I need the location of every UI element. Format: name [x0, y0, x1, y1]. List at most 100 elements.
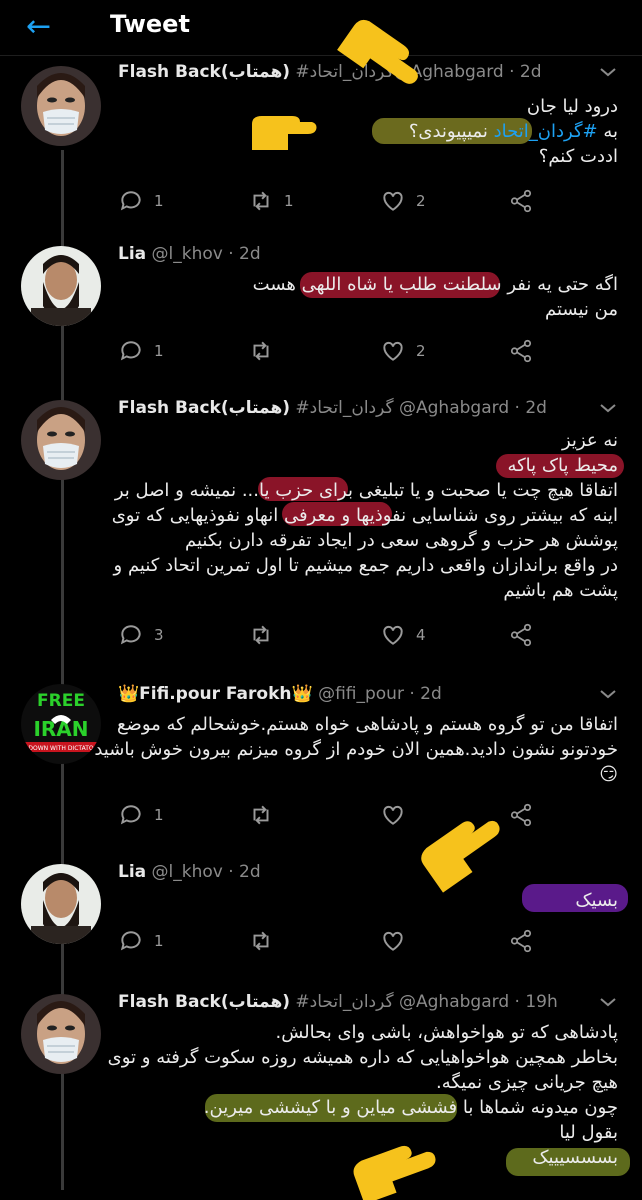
heart-icon — [383, 931, 403, 951]
reply-icon — [120, 341, 141, 361]
like-button[interactable] — [380, 800, 416, 830]
text-line: پشت هم باشیم — [503, 580, 618, 601]
tweet-actions: 3 4 — [118, 620, 538, 650]
text-line: چون میدونه شماها با فششی میاین و با کیشش… — [203, 1097, 618, 1118]
chevron-down-icon[interactable] — [598, 686, 618, 702]
retweet-button[interactable] — [248, 620, 284, 650]
retweet-icon — [253, 931, 269, 951]
text-line: بسسسیییک — [532, 1147, 618, 1168]
reply-count: 1 — [154, 806, 164, 824]
author-handle: #گردان_اتحاد@Aghabgard · 2d — [295, 62, 542, 82]
reply-button[interactable]: 1 — [118, 186, 164, 216]
retweet-button[interactable] — [248, 336, 284, 366]
bearded-man-avatar-icon — [21, 246, 101, 326]
chevron-down-icon[interactable] — [598, 64, 618, 80]
text-line: پادشاهی که تو هواخواهش، باشی وای بحالش. — [275, 1022, 618, 1043]
text-line: اتفاقا هیچ چت یا صحبت و یا تبلیغی برای ح… — [114, 480, 618, 501]
retweet-icon — [253, 341, 269, 361]
chevron-down-icon[interactable] — [598, 994, 618, 1010]
svg-text:FREE: FREE — [37, 691, 85, 711]
text-line: 😏 — [599, 764, 618, 785]
chevron-down-icon[interactable] — [598, 400, 618, 416]
tweet-author: Lia @l_khov · 2d — [118, 862, 261, 882]
author-name[interactable]: Lia — [118, 244, 146, 264]
tweet-item[interactable]: FREE IRAN DOWN WITH DICTATO 👑Fifi.pour F… — [0, 684, 642, 834]
heart-icon — [383, 341, 403, 361]
text-line: خودتونو نشون دادید.همین الان خودم از گرو… — [94, 739, 618, 760]
tweet-item[interactable]: Flash Back(همتاب) #گردان_اتحاد@Aghabgard… — [0, 62, 642, 222]
page-title: Tweet — [110, 10, 190, 38]
text-line: نه عزیز — [562, 430, 618, 451]
reply-icon — [120, 805, 141, 825]
reply-button[interactable]: 1 — [118, 926, 164, 956]
like-button[interactable]: 2 — [380, 186, 426, 216]
share-icon — [510, 189, 532, 213]
tweet-item[interactable]: Lia @l_khov · 2d بسیک 1 — [0, 862, 642, 962]
text-line: اگه حتی یه نفر سلطنت طلب یا شاه اللهی هس… — [252, 274, 618, 295]
author-name[interactable]: 👑Fifi.pour Farokh👑 — [118, 684, 313, 704]
share-icon — [510, 339, 532, 363]
tweet-actions: 1 1 2 — [118, 186, 538, 216]
reply-button[interactable]: 1 — [118, 800, 164, 830]
reply-count: 3 — [154, 626, 164, 644]
text-line: هیچ جریانی چیزی نمیگه. — [435, 1072, 618, 1093]
tweet-author: 👑Fifi.pour Farokh👑 @fifi_pour · 2d — [118, 684, 442, 704]
like-button[interactable]: 4 — [380, 620, 426, 650]
tweet-item[interactable]: Flash Back(همتاب) #گردان_اتحاد @Aghabgar… — [0, 398, 642, 656]
reply-button[interactable]: 3 — [118, 620, 164, 650]
tweet-text: بسیک — [118, 888, 618, 913]
author-name[interactable]: Flash Back(همتاب) — [118, 992, 290, 1012]
hashtag-link[interactable]: #گردان_اتحاد — [494, 121, 598, 142]
tweet-author: Lia @l_khov · 2d — [118, 244, 261, 264]
avatar[interactable]: FREE IRAN DOWN WITH DICTATO — [21, 684, 101, 764]
share-icon — [510, 803, 532, 827]
share-icon — [510, 623, 532, 647]
tweet-actions: 1 — [118, 800, 538, 830]
tweet-item[interactable]: Flash Back(همتاب) #گردان_اتحاد @Aghabgar… — [0, 992, 642, 1192]
share-button[interactable] — [508, 926, 534, 956]
retweet-button[interactable] — [248, 800, 284, 830]
svg-text:DOWN WITH DICTATO: DOWN WITH DICTATO — [28, 745, 94, 752]
text-line: به #گردان_اتحاد نمیپیوندی؟ — [408, 121, 618, 142]
like-button[interactable] — [380, 926, 416, 956]
masked-woman-avatar-icon — [21, 66, 101, 146]
tweet-actions: 1 2 — [118, 336, 538, 366]
share-button[interactable] — [508, 800, 534, 830]
author-name[interactable]: Flash Back(همتاب) — [118, 62, 290, 82]
avatar[interactable] — [21, 864, 101, 944]
heart-icon — [383, 805, 403, 825]
author-handle: #گردان_اتحاد @Aghabgard · 19h — [295, 992, 558, 1012]
reply-icon — [120, 625, 141, 645]
reply-button[interactable]: 1 — [118, 336, 164, 366]
tweet-author: Flash Back(همتاب) #گردان_اتحاد@Aghabgard… — [118, 62, 542, 82]
text-line: اتفاقا من تو گروه هستم و پادشاهی خواه هس… — [116, 714, 618, 735]
avatar[interactable] — [21, 246, 101, 326]
like-count: 2 — [416, 192, 426, 210]
author-name[interactable]: Flash Back(همتاب) — [118, 398, 290, 418]
share-button[interactable] — [508, 336, 534, 366]
author-name[interactable]: Lia — [118, 862, 146, 882]
avatar[interactable] — [21, 66, 101, 146]
tweet-text: اگه حتی یه نفر سلطنت طلب یا شاه اللهی هس… — [118, 272, 618, 322]
avatar[interactable] — [21, 400, 101, 480]
share-button[interactable] — [508, 186, 534, 216]
heart-icon — [383, 625, 403, 645]
tweet-author: Flash Back(همتاب) #گردان_اتحاد @Aghabgar… — [118, 992, 558, 1012]
retweet-icon — [253, 625, 269, 645]
retweet-button[interactable] — [248, 926, 284, 956]
tweet-item[interactable]: Lia @l_khov · 2d اگه حتی یه نفر سلطنت طل… — [0, 244, 642, 374]
reply-count: 1 — [154, 932, 164, 950]
heart-icon — [383, 191, 403, 211]
reply-count: 1 — [154, 342, 164, 360]
retweet-icon — [253, 191, 269, 211]
back-arrow-icon[interactable]: ← — [26, 10, 62, 46]
text-line: من نیستم — [545, 299, 618, 320]
like-count: 2 — [416, 342, 426, 360]
masked-woman-avatar-icon — [21, 994, 101, 1074]
text-line: محیط پاک پاکه — [507, 455, 618, 476]
share-button[interactable] — [508, 620, 534, 650]
avatar[interactable] — [21, 994, 101, 1074]
like-button[interactable]: 2 — [380, 336, 426, 366]
retweet-button[interactable]: 1 — [248, 186, 294, 216]
reply-count: 1 — [154, 192, 164, 210]
